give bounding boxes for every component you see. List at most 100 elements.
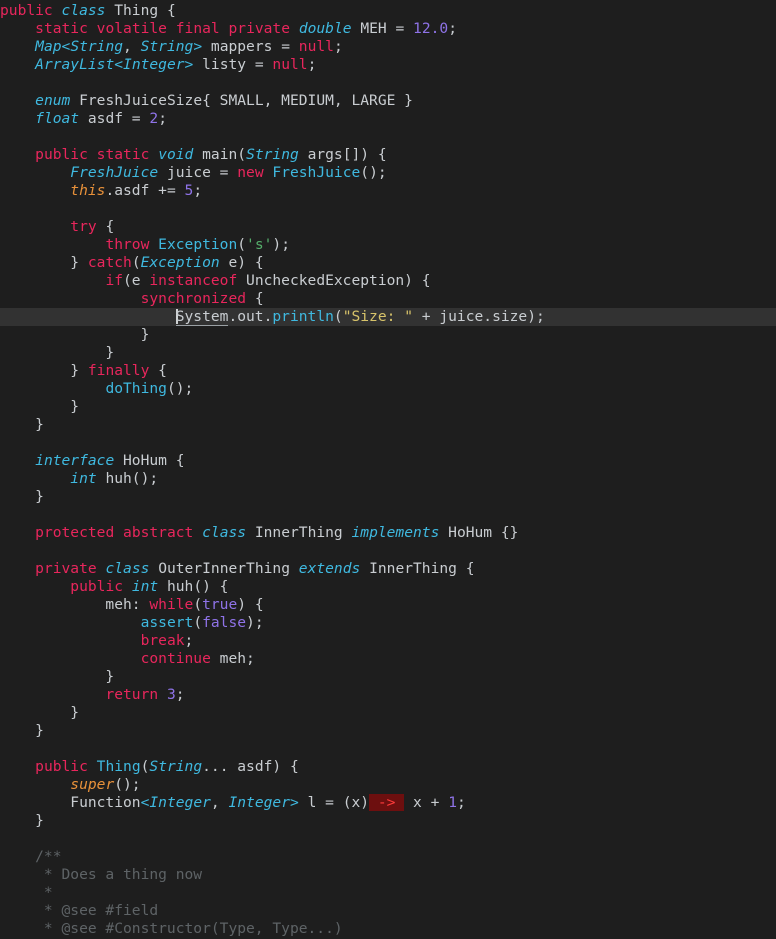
code-token: public xyxy=(0,2,53,19)
code-token: (); xyxy=(360,164,387,181)
code-line[interactable] xyxy=(0,200,776,218)
code-line[interactable]: super(); xyxy=(0,776,776,794)
code-line[interactable]: } xyxy=(0,398,776,416)
code-line[interactable]: } xyxy=(0,488,776,506)
code-token: meh: xyxy=(0,596,150,613)
code-line[interactable]: float asdf = 2; xyxy=(0,110,776,128)
code-editor[interactable]: public class Thing { static volatile fin… xyxy=(0,0,776,939)
code-line[interactable]: } xyxy=(0,668,776,686)
code-token: null xyxy=(298,38,334,55)
code-line[interactable]: Function<Integer, Integer> l = (x) -> x … xyxy=(0,794,776,812)
code-line[interactable]: return 3; xyxy=(0,686,776,704)
code-line[interactable] xyxy=(0,506,776,524)
code-line[interactable]: assert(false); xyxy=(0,614,776,632)
code-token: ; xyxy=(307,56,317,73)
code-token: 12.0 xyxy=(413,20,449,37)
code-token: protected xyxy=(35,524,115,541)
code-token: ( xyxy=(237,236,247,253)
code-line[interactable] xyxy=(0,74,776,92)
code-token: abstract xyxy=(123,524,194,541)
code-token: Exception xyxy=(140,254,220,271)
code-line[interactable] xyxy=(0,740,776,758)
code-line[interactable]: FreshJuice juice = new FreshJuice(); xyxy=(0,164,776,182)
code-token: Thing { xyxy=(105,2,176,19)
code-line[interactable]: public static void main(String args[]) { xyxy=(0,146,776,164)
code-line[interactable]: try { xyxy=(0,218,776,236)
code-token: assert xyxy=(140,614,194,631)
code-line[interactable]: public class Thing { xyxy=(0,2,776,20)
code-token: juice = xyxy=(158,164,238,181)
code-token: class xyxy=(61,2,106,19)
code-line[interactable]: * @see #Constructor(Type, Type...) xyxy=(0,920,776,938)
code-line[interactable]: break; xyxy=(0,632,776,650)
code-token: super xyxy=(70,776,115,793)
code-line[interactable]: } xyxy=(0,722,776,740)
code-token: { xyxy=(96,218,115,235)
code-token: ; xyxy=(193,182,203,199)
code-line[interactable]: protected abstract class InnerThing impl… xyxy=(0,524,776,542)
code-line[interactable]: } catch(Exception e) { xyxy=(0,254,776,272)
code-line-current[interactable]: System.out.println("Size: " + juice.size… xyxy=(0,308,776,326)
code-line[interactable]: interface HoHum { xyxy=(0,452,776,470)
code-line[interactable] xyxy=(0,542,776,560)
code-token: .out. xyxy=(228,308,273,325)
code-token: FreshJuice xyxy=(272,164,361,181)
code-line[interactable]: /** xyxy=(0,848,776,866)
code-token: throw xyxy=(105,236,150,253)
code-line[interactable]: * @see #field xyxy=(0,902,776,920)
code-token: class xyxy=(105,560,150,577)
code-token: void xyxy=(158,146,194,163)
code-line[interactable] xyxy=(0,830,776,848)
code-token: 2 xyxy=(149,110,159,127)
code-line[interactable]: Map<String, String> mappers = null; xyxy=(0,38,776,56)
code-token: private xyxy=(228,20,291,37)
code-line[interactable]: static volatile final private double MEH… xyxy=(0,20,776,38)
code-line[interactable] xyxy=(0,434,776,452)
code-line[interactable]: private class OuterInnerThing extends In… xyxy=(0,560,776,578)
code-line[interactable]: public Thing(String... asdf) { xyxy=(0,758,776,776)
code-line[interactable]: * xyxy=(0,884,776,902)
code-line[interactable]: synchronized { xyxy=(0,290,776,308)
code-token: static xyxy=(96,146,150,163)
code-token: { xyxy=(149,362,167,379)
code-line[interactable]: * Does a thing now xyxy=(0,866,776,884)
code-line[interactable]: public int huh() { xyxy=(0,578,776,596)
code-line[interactable]: } xyxy=(0,812,776,830)
code-line[interactable]: ArrayList<Integer> listy = null; xyxy=(0,56,776,74)
code-token: , xyxy=(123,38,141,55)
code-line[interactable]: continue meh; xyxy=(0,650,776,668)
code-token: int xyxy=(70,470,97,487)
code-line[interactable] xyxy=(0,128,776,146)
code-line[interactable]: if(e instanceof UncheckedException) { xyxy=(0,272,776,290)
code-line[interactable]: meh: while(true) { xyxy=(0,596,776,614)
code-line[interactable]: this.asdf += 5; xyxy=(0,182,776,200)
code-token: huh(); xyxy=(96,470,159,487)
code-line[interactable]: doThing(); xyxy=(0,380,776,398)
code-line[interactable]: } xyxy=(0,344,776,362)
code-line[interactable]: } finally { xyxy=(0,362,776,380)
code-token: ; xyxy=(333,38,343,55)
code-line[interactable]: } xyxy=(0,326,776,344)
code-token: * Does a thing now xyxy=(0,866,203,883)
code-token: Integer xyxy=(228,794,290,811)
code-line[interactable]: int huh(); xyxy=(0,470,776,488)
code-token: try xyxy=(70,218,97,235)
code-token: listy = xyxy=(193,56,273,73)
code-token: public xyxy=(35,758,88,775)
code-line[interactable]: enum FreshJuiceSize{ SMALL, MEDIUM, LARG… xyxy=(0,92,776,110)
code-line[interactable]: throw Exception('s'); xyxy=(0,236,776,254)
code-line[interactable]: } xyxy=(0,416,776,434)
code-line[interactable]: } xyxy=(0,704,776,722)
